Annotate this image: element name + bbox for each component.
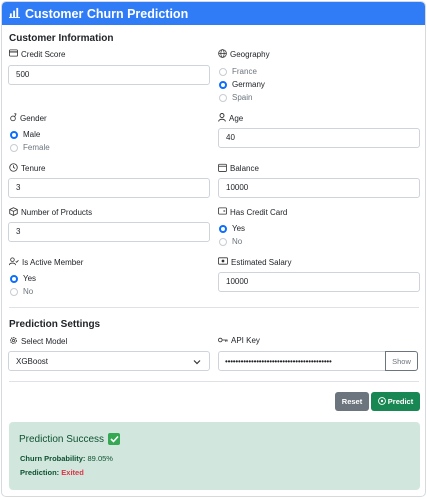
radio-active-no[interactable] xyxy=(10,287,18,296)
gender-label: Gender xyxy=(9,113,47,124)
radio-active-yes[interactable] xyxy=(10,274,18,283)
prediction-result-alert: Prediction Success Churn Probability: 89… xyxy=(9,422,420,490)
tenure-input[interactable]: 3 xyxy=(8,178,210,198)
box-icon xyxy=(9,207,21,218)
select-model-label: Select Model xyxy=(9,336,67,347)
radio-credit-card-no[interactable] xyxy=(219,237,227,246)
credit-score-input[interactable]: 500 xyxy=(8,65,210,85)
geography-option-germany[interactable]: Germany xyxy=(219,79,265,90)
api-key-label: API Key xyxy=(218,336,260,345)
gender-option-female[interactable]: Female xyxy=(10,142,50,153)
radio-spain[interactable] xyxy=(219,93,227,102)
predict-icon xyxy=(377,396,388,407)
geography-option-spain[interactable]: Spain xyxy=(219,92,252,103)
wallet-icon xyxy=(218,207,230,217)
radio-germany[interactable] xyxy=(219,80,227,89)
radio-france[interactable] xyxy=(219,67,227,76)
credit-card-option-no[interactable]: No xyxy=(219,236,242,247)
customer-info-heading: Customer Information xyxy=(9,33,114,44)
api-key-group: ••••••••••••••••••••••••••••••••••••••••… xyxy=(218,351,418,371)
tenure-label: Tenure xyxy=(9,163,45,174)
calendar-icon xyxy=(218,163,230,174)
cash-icon xyxy=(218,257,231,267)
globe-icon xyxy=(218,49,230,60)
predict-button[interactable]: Predict xyxy=(371,392,420,411)
estimated-salary-label: Estimated Salary xyxy=(218,257,291,267)
chevron-down-icon xyxy=(193,358,201,367)
card-header: Customer Churn Prediction xyxy=(2,2,425,25)
page-title: Customer Churn Prediction xyxy=(25,6,189,21)
gender-icon xyxy=(9,113,20,124)
geography-option-france[interactable]: France xyxy=(219,66,257,77)
section-divider xyxy=(9,307,419,308)
credit-score-label: Credit Score xyxy=(9,49,65,59)
active-member-option-yes[interactable]: Yes xyxy=(10,273,36,284)
balance-label: Balance xyxy=(218,163,259,174)
prediction-settings-heading: Prediction Settings xyxy=(9,319,101,330)
api-key-input[interactable]: ••••••••••••••••••••••••••••••••••••••••… xyxy=(218,351,386,371)
active-member-label: Is Active Member xyxy=(8,257,83,268)
gender-option-male[interactable]: Male xyxy=(10,129,40,140)
gear-icon xyxy=(9,336,21,347)
key-icon xyxy=(218,336,231,345)
check-mark-icon xyxy=(108,433,121,445)
actions-divider xyxy=(9,381,419,382)
active-member-option-no[interactable]: No xyxy=(10,286,33,297)
result-title: Prediction Success xyxy=(19,433,121,445)
churn-prediction-card: Customer Churn Prediction Customer Infor… xyxy=(1,1,426,497)
credit-card-icon xyxy=(9,49,21,59)
person-icon xyxy=(218,113,229,124)
reset-button[interactable]: Reset xyxy=(335,392,369,411)
bar-chart-icon xyxy=(9,7,20,20)
age-label: Age xyxy=(218,113,243,124)
radio-female[interactable] xyxy=(10,143,18,152)
churn-probability-line: Churn Probability: 89.05% xyxy=(20,454,113,463)
radio-male[interactable] xyxy=(10,130,18,139)
radio-credit-card-yes[interactable] xyxy=(219,224,227,233)
show-api-key-button[interactable]: Show xyxy=(385,351,418,371)
credit-card-option-yes[interactable]: Yes xyxy=(219,223,245,234)
prediction-value: Exited xyxy=(61,468,84,477)
age-input[interactable]: 40 xyxy=(218,128,420,148)
model-select[interactable]: XGBoost xyxy=(8,351,210,371)
estimated-salary-input[interactable]: 10000 xyxy=(218,272,420,292)
has-credit-card-label: Has Credit Card xyxy=(218,207,287,217)
clock-icon xyxy=(9,163,21,174)
geography-label: Geography xyxy=(218,49,270,60)
num-products-input[interactable]: 3 xyxy=(8,222,210,242)
num-products-label: Number of Products xyxy=(9,207,92,218)
prediction-line: Prediction: Exited xyxy=(20,468,84,477)
balance-input[interactable]: 10000 xyxy=(218,178,420,198)
person-check-icon xyxy=(8,257,22,268)
